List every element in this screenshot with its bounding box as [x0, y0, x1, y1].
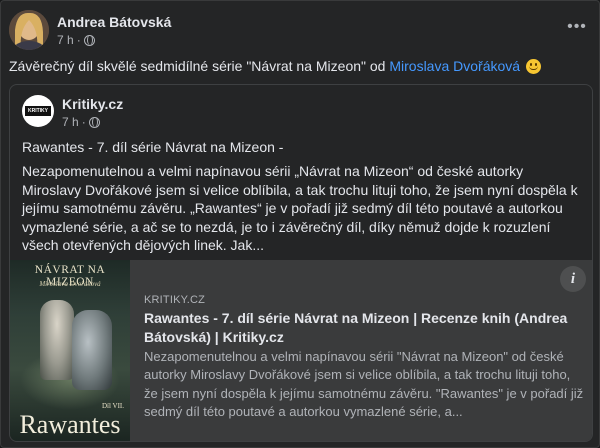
meta-separator: ·	[76, 33, 81, 47]
shared-post-body: Nezapomenutelnou a velmi napínavou sérii…	[22, 163, 578, 253]
post-text: Závěrečný díl skvělé sedmidílné série "N…	[9, 57, 593, 75]
globe-icon[interactable]	[88, 116, 100, 128]
link-domain: KRITIKY.CZ	[144, 294, 206, 306]
link-description: Nezapomenutelnou a velmi napínavou sérii…	[144, 349, 584, 419]
cover-figure	[72, 310, 112, 390]
cover-part: Díl VII.	[101, 402, 124, 410]
info-icon[interactable]: i	[560, 266, 586, 292]
post-text-before: Závěrečný díl skvělé sedmidílné série "N…	[9, 58, 390, 74]
shared-post-meta: 7 h ·	[62, 115, 100, 129]
smiling-face-icon	[525, 59, 541, 74]
page-logo: KRITIKY	[25, 106, 51, 116]
book-cover-image[interactable]: NÁVRAT NA MIZEON Miroslava Dvořáková Díl…	[10, 260, 130, 441]
post-meta: 7 h ·	[57, 33, 95, 47]
page-avatar[interactable]: KRITIKY	[22, 95, 54, 127]
author-avatar[interactable]	[9, 10, 49, 50]
shared-post-title: Rawantes - 7. díl série Návrat na Mizeon…	[22, 139, 284, 155]
more-options-icon[interactable]: •••	[565, 18, 589, 38]
author-name[interactable]: Andrea Bátovská	[57, 14, 171, 30]
shared-meta-separator: ·	[81, 115, 86, 129]
post-header: Andrea Bátovská 7 h · •••	[9, 10, 593, 50]
link-title[interactable]: Rawantes - 7. díl série Návrat na Mizeon…	[144, 309, 584, 346]
cover-book-title: Rawantes	[19, 410, 121, 439]
post-card: Andrea Bátovská 7 h · ••• Závěrečný díl …	[0, 0, 600, 448]
cover-figure	[40, 300, 74, 380]
post-time[interactable]: 7 h	[57, 33, 74, 47]
page-name[interactable]: Kritiky.cz	[62, 96, 123, 112]
shared-post[interactable]: KRITIKY Kritiky.cz 7 h · Rawantes - 7. d…	[9, 84, 593, 442]
shared-post-time[interactable]: 7 h	[62, 115, 79, 129]
cover-author: Miroslava Dvořáková	[39, 280, 101, 288]
avatar-photo	[9, 10, 49, 50]
mention-link[interactable]: Miroslava Dvořáková	[389, 58, 520, 74]
link-preview-card[interactable]: NÁVRAT NA MIZEON Miroslava Dvořáková Díl…	[10, 260, 592, 441]
globe-icon[interactable]	[83, 34, 95, 46]
